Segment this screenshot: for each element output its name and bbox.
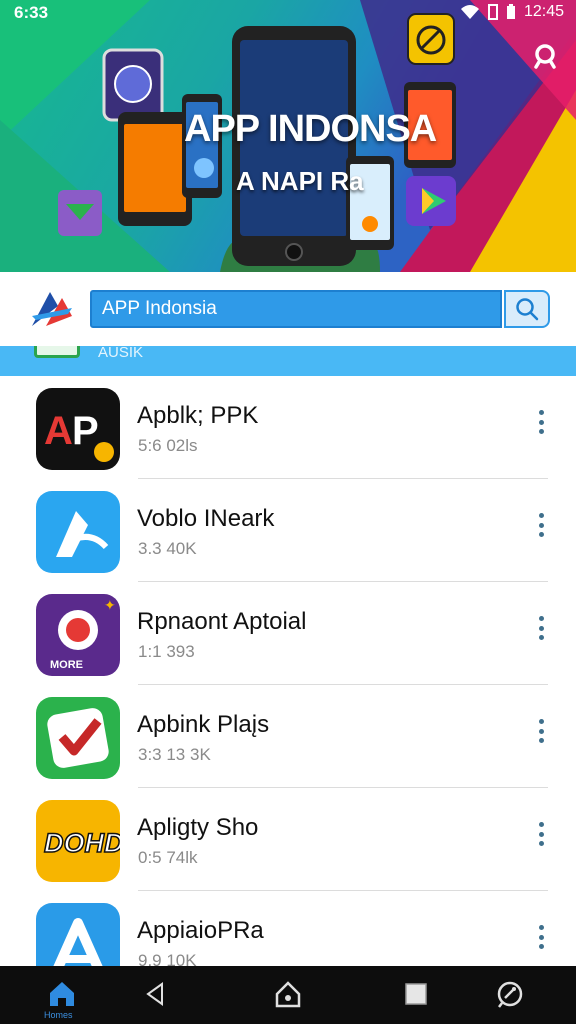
app-list-item[interactable]: MORE ✦ Rpnaont Aptoial 1:1 393 — [0, 582, 576, 685]
status-bar: 6:33 12:45 — [0, 0, 576, 28]
app-icon — [36, 491, 120, 573]
more-options-icon[interactable] — [530, 923, 552, 951]
app-size: 1:1 393 — [138, 642, 195, 661]
more-options-icon[interactable] — [530, 511, 552, 539]
svg-text:P: P — [72, 409, 99, 453]
app-list-item[interactable]: Apbink Plaįs 3:3 13 3K — [0, 685, 576, 788]
app-list-item[interactable]: Voblo INeark 3.3 40K — [0, 479, 576, 582]
app-list-item[interactable]: AppiaioPRa 9.9 10K — [0, 891, 576, 966]
app-list-item[interactable]: A P Apblk; PPK 5:6 02ls — [0, 376, 576, 479]
app-icon: DOHD — [36, 800, 120, 882]
app-size: 0:5 74lk — [138, 848, 198, 867]
app-size: 3.3 40K — [138, 539, 197, 558]
app-name: Apligty Sho — [137, 814, 259, 841]
app-logo[interactable] — [28, 286, 76, 330]
search-row: APP Indonsia — [0, 272, 576, 346]
app-icon: MORE ✦ — [36, 594, 120, 676]
search-input[interactable]: APP Indonsia — [90, 290, 502, 328]
app-list: A P Apblk; PPK 5:6 02ls Voblo INeark 3.3… — [0, 376, 576, 966]
signal-icon — [487, 4, 498, 20]
app-list-item[interactable]: DOHD Apligty Sho 0:5 74lk — [0, 788, 576, 891]
svg-text:A: A — [44, 409, 73, 453]
wifi-icon — [460, 5, 479, 19]
status-time: 6:33 — [14, 3, 49, 22]
app-size: 5:6 02ls — [138, 436, 198, 455]
app-size: 3:3 13 3K — [138, 745, 211, 764]
svg-text:MORE: MORE — [50, 659, 83, 671]
app-icon: A P — [36, 388, 120, 470]
battery-icon — [506, 4, 515, 19]
category-tab-strip[interactable]: AUSIK — [0, 346, 576, 376]
more-options-icon[interactable] — [530, 717, 552, 745]
app-name: Rpnaont Aptoial — [137, 608, 307, 635]
banner-subtitle: A NAPI Ra — [236, 166, 364, 196]
category-icon — [34, 346, 80, 358]
back-icon[interactable] — [140, 978, 172, 1010]
hero-banner: 6:33 12:45 APP INDONSA A NAPI Ra — [0, 0, 576, 272]
app-icon — [36, 903, 120, 966]
status-clock: 12:45 — [523, 3, 564, 20]
search-icon — [516, 298, 539, 321]
category-label: AUSIK — [98, 346, 144, 361]
app-name: Apbink Plaįs — [137, 711, 270, 738]
app-name: Apblk; PPK — [137, 402, 259, 429]
app-size: 9.9 10K — [138, 951, 197, 966]
home-label: Homes — [44, 1010, 73, 1020]
bottom-navigation-bar: Homes — [0, 966, 576, 1024]
app-icon — [36, 697, 120, 779]
app-name: AppiaioPRa — [137, 917, 264, 944]
svg-text:DOHD: DOHD — [44, 828, 120, 858]
house-outline-icon[interactable] — [272, 978, 304, 1010]
banner-title: APP INDONSA — [184, 108, 437, 150]
banner-search-icon[interactable] — [530, 40, 564, 74]
more-options-icon[interactable] — [530, 820, 552, 848]
more-options-icon[interactable] — [530, 614, 552, 642]
more-options-icon[interactable] — [530, 408, 552, 436]
search-button[interactable] — [504, 290, 550, 328]
assistant-icon[interactable] — [494, 978, 526, 1010]
recent-apps-icon[interactable] — [400, 978, 432, 1010]
app-name: Voblo INeark — [137, 505, 275, 532]
home-icon[interactable] — [46, 978, 78, 1010]
status-icons: 12:45 — [460, 3, 564, 21]
svg-text:✦: ✦ — [104, 598, 116, 614]
